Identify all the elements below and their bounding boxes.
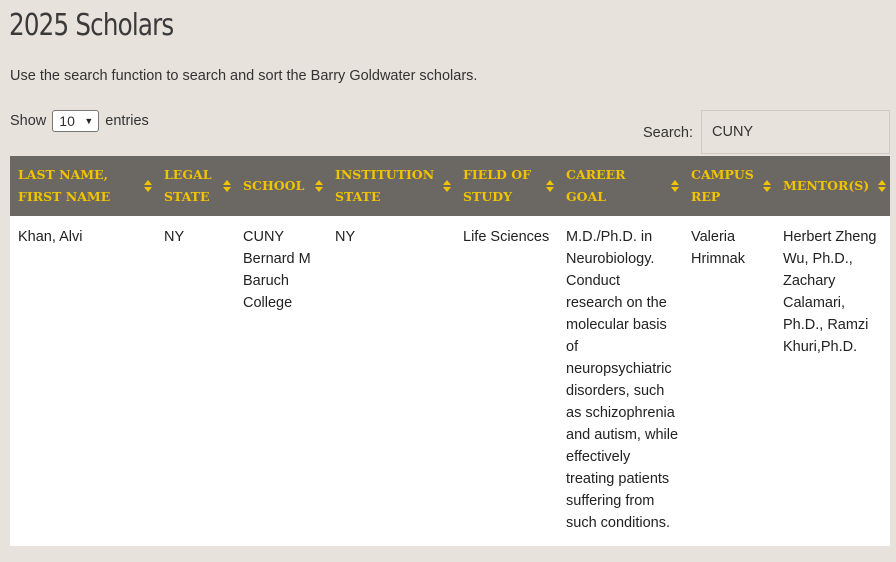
scholars-table: LAST NAME, FIRST NAME LEGAL STATE SCHOOL…: [10, 156, 890, 546]
entries-select[interactable]: 10 ▼: [52, 110, 100, 132]
column-header-legal-state[interactable]: LEGAL STATE: [156, 156, 235, 216]
sort-both-icon: [315, 180, 323, 192]
column-header-campus-rep[interactable]: CAMPUS REP: [683, 156, 775, 216]
sort-both-icon: [671, 180, 679, 192]
table-header-row: LAST NAME, FIRST NAME LEGAL STATE SCHOOL…: [10, 156, 890, 216]
column-header-label: SCHOOL: [243, 178, 305, 193]
search-input[interactable]: CUNY: [701, 110, 890, 154]
sort-both-icon: [763, 180, 771, 192]
column-header-label: CAMPUS REP: [691, 167, 754, 204]
column-header-label: FIELD OF STUDY: [463, 167, 531, 204]
column-header-mentors[interactable]: MENTOR(S): [775, 156, 890, 216]
cell-name: Khan, Alvi: [18, 229, 83, 245]
cell-school: CUNY Bernard M Baruch College: [243, 229, 311, 311]
cell-institution-state: NY: [335, 229, 356, 245]
sort-both-icon: [546, 180, 554, 192]
cell-campus-rep: Valeria Hrimnak: [691, 229, 745, 267]
entries-length-control: Show 10 ▼ entries: [10, 110, 149, 132]
cell-field: Life Sciences: [463, 229, 550, 245]
page-title: 2025 Scholars: [9, 8, 174, 43]
sort-both-icon: [443, 180, 451, 192]
column-header-label: INSTITUTION STATE: [335, 167, 435, 204]
column-header-name[interactable]: LAST NAME, FIRST NAME: [10, 156, 156, 216]
intro-text: Use the search function to search and so…: [10, 68, 478, 84]
page: 2025 Scholars Use the search function to…: [0, 0, 896, 562]
column-header-label: LEGAL STATE: [164, 167, 212, 204]
column-header-label: MENTOR(S): [783, 178, 870, 193]
sort-both-icon: [144, 180, 152, 192]
column-header-label: LAST NAME, FIRST NAME: [18, 167, 111, 204]
table-row: Khan, Alvi NY CUNY Bernard M Baruch Coll…: [10, 216, 890, 546]
column-header-field[interactable]: FIELD OF STUDY: [455, 156, 558, 216]
entries-label: entries: [105, 113, 149, 129]
cell-career-goal: M.D./Ph.D. in Neurobiology. Conduct rese…: [566, 229, 679, 531]
column-header-career-goal[interactable]: CAREER GOAL: [558, 156, 683, 216]
column-header-label: CAREER GOAL: [566, 167, 626, 204]
entries-select-value: 10: [59, 113, 75, 129]
show-label: Show: [10, 113, 47, 129]
sort-both-icon: [223, 180, 231, 192]
chevron-down-icon: ▼: [84, 116, 94, 126]
column-header-school[interactable]: SCHOOL: [235, 156, 327, 216]
sort-both-icon: [878, 180, 886, 192]
search-label: Search:: [643, 125, 693, 141]
search-control: Search: CUNY: [643, 110, 890, 154]
column-header-institution-state[interactable]: INSTITUTION STATE: [327, 156, 455, 216]
cell-mentors: Herbert Zheng Wu, Ph.D., Zachary Calamar…: [783, 229, 877, 355]
cell-legal-state: NY: [164, 229, 185, 245]
